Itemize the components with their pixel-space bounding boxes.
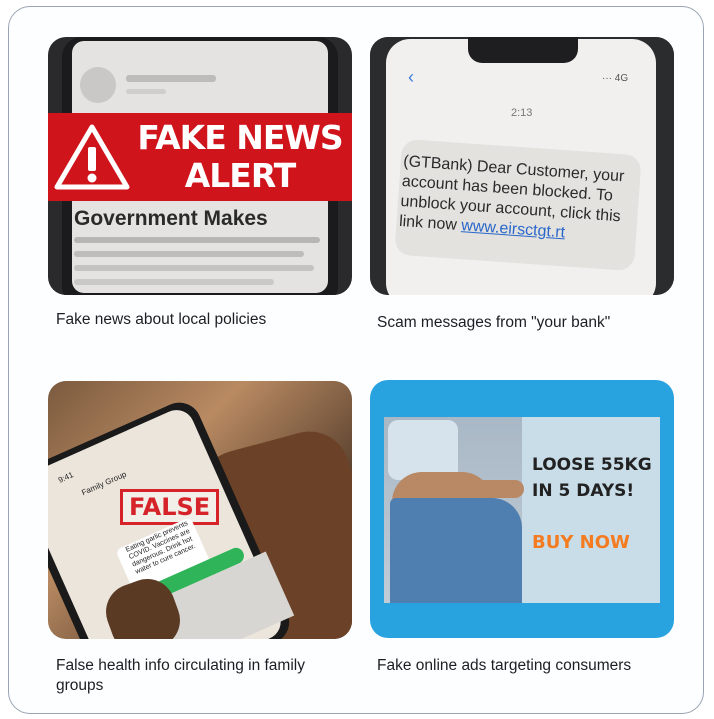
scam-sms-image: ‹ ··· 4G 2:13 (GTBank) Dear Customer, yo… — [370, 37, 674, 295]
banner-line-1: FAKE NEWS — [137, 118, 343, 157]
fake-ad-image: LOOSE 55KG IN 5 DAYS! BUY NOW — [370, 380, 674, 638]
caption-scam-messages: Scam messages from "your bank" — [377, 314, 611, 331]
caption-fake-ads: Fake online ads targeting consumers — [377, 657, 632, 674]
ad-headline-2: IN 5 DAYS! — [532, 481, 635, 501]
back-chevron-icon[interactable]: ‹ — [408, 67, 414, 88]
false-stamp: FALSE — [120, 489, 220, 525]
ad-buy-now[interactable]: BUY NOW — [532, 532, 630, 553]
fake-news-image: FAKE NEWS ALERT Government Makes — [48, 37, 352, 295]
sms-time: 2:13 — [511, 107, 533, 119]
caption-false-health: False health info circulating in family … — [56, 657, 305, 694]
warning-triangle-icon — [54, 124, 130, 190]
status-indicator: ··· 4G — [602, 73, 629, 84]
article-headline: Government Makes — [74, 207, 268, 230]
ad-headline-1: LOOSE 55KG — [532, 455, 652, 475]
caption-fake-news: Fake news about local policies — [56, 311, 267, 328]
banner-line-2: ALERT — [184, 156, 297, 195]
false-health-image: 9:41 Family Group FALSE Eating garlic pr… — [48, 381, 352, 639]
jeans — [390, 498, 522, 603]
